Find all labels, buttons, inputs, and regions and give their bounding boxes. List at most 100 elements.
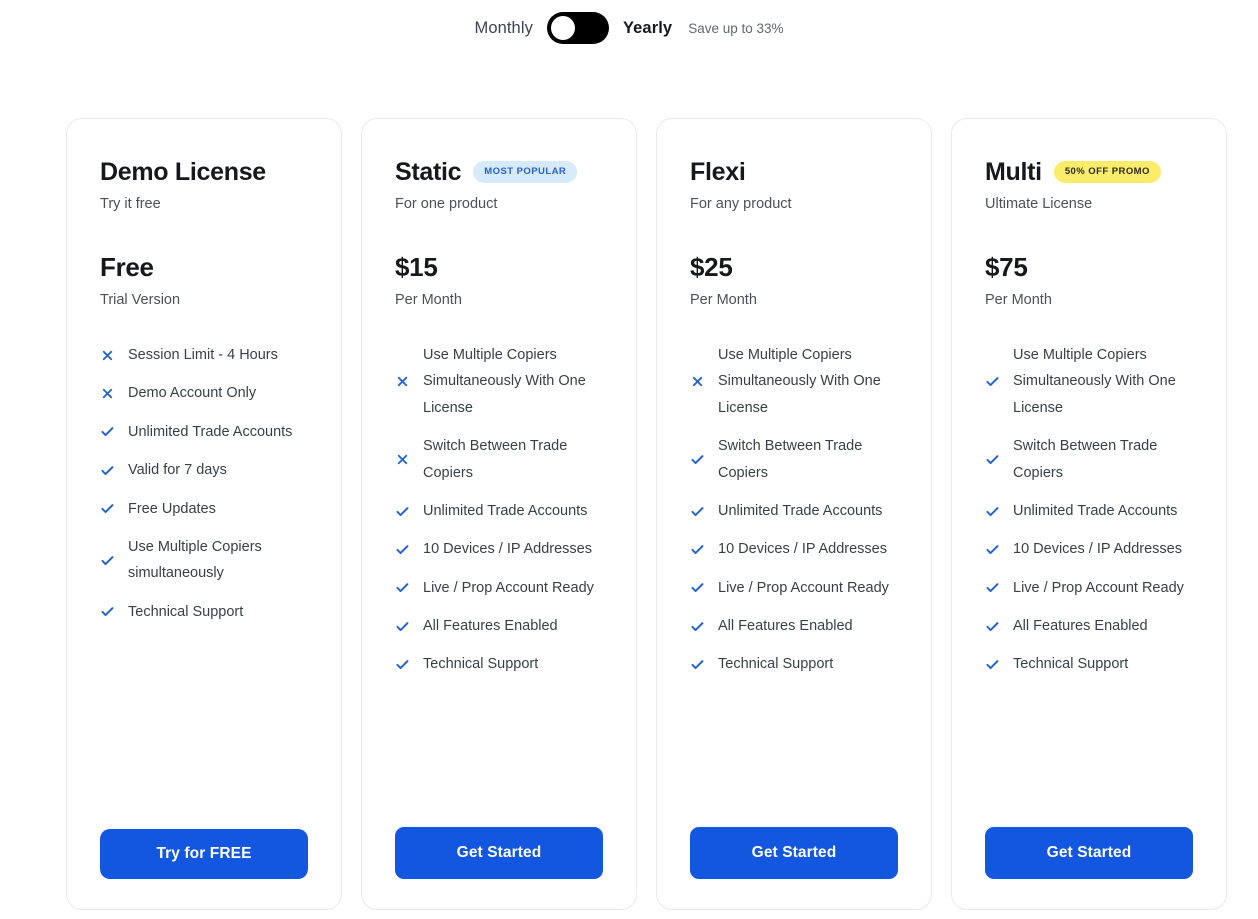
plan-cta-wrap: Get Started [985, 799, 1193, 879]
plan-price: $75 [985, 252, 1028, 282]
check-icon [985, 580, 1000, 595]
feature-label: All Features Enabled [718, 618, 853, 634]
feature-label: Session Limit - 4 Hours [128, 347, 278, 363]
billing-yearly-label[interactable]: Yearly [623, 19, 672, 38]
feature-label: 10 Devices / IP Addresses [423, 541, 592, 558]
feature-label: Live / Prop Account Ready [1013, 579, 1184, 596]
feature-label: 10 Devices / IP Addresses [1013, 541, 1182, 558]
pricing-cards: Demo License Try it free Free Trial Version… [66, 118, 1227, 910]
check-icon [985, 542, 1000, 557]
plan-name: Static [395, 157, 462, 186]
feature-label: Technical Support [423, 656, 539, 673]
feature-item: Technical Support [100, 599, 308, 625]
feature-label: Valid for 7 days [128, 462, 227, 479]
feature-label: Switch Between Trade Copiers [1013, 438, 1158, 481]
plan-price: Free [100, 252, 154, 282]
plan-feature-list: Session Limit - 4 Hours Demo Account Only… [100, 342, 308, 625]
feature-item: All Features Enabled [395, 613, 603, 639]
check-icon [985, 452, 1000, 467]
plan-cta-button[interactable]: Get Started [395, 827, 603, 879]
feature-label: Use Multiple Copiers simultaneously [128, 538, 262, 582]
feature-label: All Features Enabled [423, 618, 558, 634]
pricing-card-multi: Multi 50% OFF PROMO Ultimate License $75 Per… [951, 118, 1227, 910]
check-icon [690, 542, 705, 557]
feature-label: Use Multiple Copiers Simultaneously With… [718, 347, 881, 416]
check-icon [395, 542, 410, 557]
plan-price-period: Per Month [690, 292, 757, 308]
feature-item: Switch Between Trade Copiers [690, 433, 898, 486]
feature-item: Unlimited Trade Accounts [690, 498, 898, 524]
plan-name: Demo License [100, 157, 266, 186]
plan-subtitle: Try it free [100, 196, 161, 212]
plan-price: $15 [395, 252, 438, 282]
check-icon [395, 504, 410, 519]
feature-item: Use Multiple Copiers simultaneously [100, 534, 308, 587]
feature-label: Free Updates [128, 500, 216, 517]
feature-item: Unlimited Trade Accounts [985, 498, 1193, 524]
billing-save-note: Save up to 33% [688, 20, 784, 36]
feature-item: Unlimited Trade Accounts [395, 498, 603, 524]
check-icon [985, 374, 1000, 389]
feature-label: Demo Account Only [128, 385, 257, 402]
feature-label: Switch Between Trade Copiers [718, 438, 863, 481]
plan-cta-wrap: Try for FREE [100, 801, 308, 879]
plan-name: Multi [985, 157, 1042, 186]
feature-item: Demo Account Only [100, 380, 308, 406]
feature-item: 10 Devices / IP Addresses [985, 536, 1193, 562]
feature-label: Unlimited Trade Accounts [718, 502, 883, 519]
feature-item: 10 Devices / IP Addresses [395, 536, 603, 562]
billing-monthly-label[interactable]: Monthly [474, 19, 532, 38]
billing-period-switcher: Monthly Yearly Save up to 33% [0, 0, 1258, 56]
feature-label: Technical Support [128, 603, 244, 620]
plan-badge: MOST POPULAR [473, 161, 578, 183]
plan-feature-list: Use Multiple Copiers Simultaneously With… [690, 342, 898, 678]
check-icon [690, 504, 705, 519]
feature-item: Live / Prop Account Ready [690, 575, 898, 601]
feature-label: Use Multiple Copiers Simultaneously With… [1013, 347, 1176, 416]
check-icon [395, 619, 410, 634]
plan-price-period: Trial Version [100, 292, 181, 308]
check-icon [690, 619, 705, 634]
feature-item: 10 Devices / IP Addresses [690, 536, 898, 562]
plan-feature-list: Use Multiple Copiers Simultaneously With… [985, 342, 1193, 678]
plan-price-period: Per Month [395, 292, 462, 308]
plan-cta-button[interactable]: Get Started [690, 827, 898, 879]
plan-cta-button[interactable]: Try for FREE [100, 829, 308, 879]
pricing-card-static: Static MOST POPULAR For one product $15 Per … [361, 118, 637, 910]
check-icon [985, 619, 1000, 634]
pricing-card-flexi: Flexi For any product $25 Per Month Use Mult… [656, 118, 932, 910]
check-icon [985, 657, 1000, 672]
feature-item: Switch Between Trade Copiers [395, 433, 603, 486]
feature-label: Live / Prop Account Ready [423, 579, 594, 596]
feature-label: Unlimited Trade Accounts [1013, 502, 1178, 519]
plan-cta-wrap: Get Started [395, 799, 603, 879]
plan-cta-button[interactable]: Get Started [985, 827, 1193, 879]
feature-label: Use Multiple Copiers Simultaneously With… [423, 347, 586, 416]
feature-label: 10 Devices / IP Addresses [718, 541, 887, 558]
feature-item: Valid for 7 days [100, 457, 308, 483]
pricing-card-demo-license: Demo License Try it free Free Trial Version… [66, 118, 342, 910]
plan-price-period: Per Month [985, 292, 1052, 308]
feature-item: Unlimited Trade Accounts [100, 419, 308, 445]
feature-item: Session Limit - 4 Hours [100, 342, 308, 368]
feature-label: Unlimited Trade Accounts [128, 423, 293, 440]
plan-feature-list: Use Multiple Copiers Simultaneously With… [395, 342, 603, 678]
billing-toggle-switch[interactable] [546, 12, 609, 44]
feature-label: Unlimited Trade Accounts [423, 502, 588, 519]
check-icon [395, 580, 410, 595]
feature-label: Technical Support [718, 656, 834, 673]
feature-item: Technical Support [985, 651, 1193, 677]
feature-item: Live / Prop Account Ready [985, 575, 1193, 601]
cross-icon [100, 348, 115, 363]
check-icon [690, 580, 705, 595]
feature-item: Free Updates [100, 496, 308, 522]
plan-subtitle: For one product [395, 196, 498, 212]
plan-price: $25 [690, 252, 733, 282]
plan-subtitle: For any product [690, 196, 792, 212]
feature-item: Technical Support [395, 651, 603, 677]
check-icon [100, 501, 115, 516]
cross-icon [100, 386, 115, 401]
check-icon [100, 424, 115, 439]
plan-name: Flexi [690, 157, 746, 186]
plan-header: Static MOST POPULAR [395, 157, 603, 187]
